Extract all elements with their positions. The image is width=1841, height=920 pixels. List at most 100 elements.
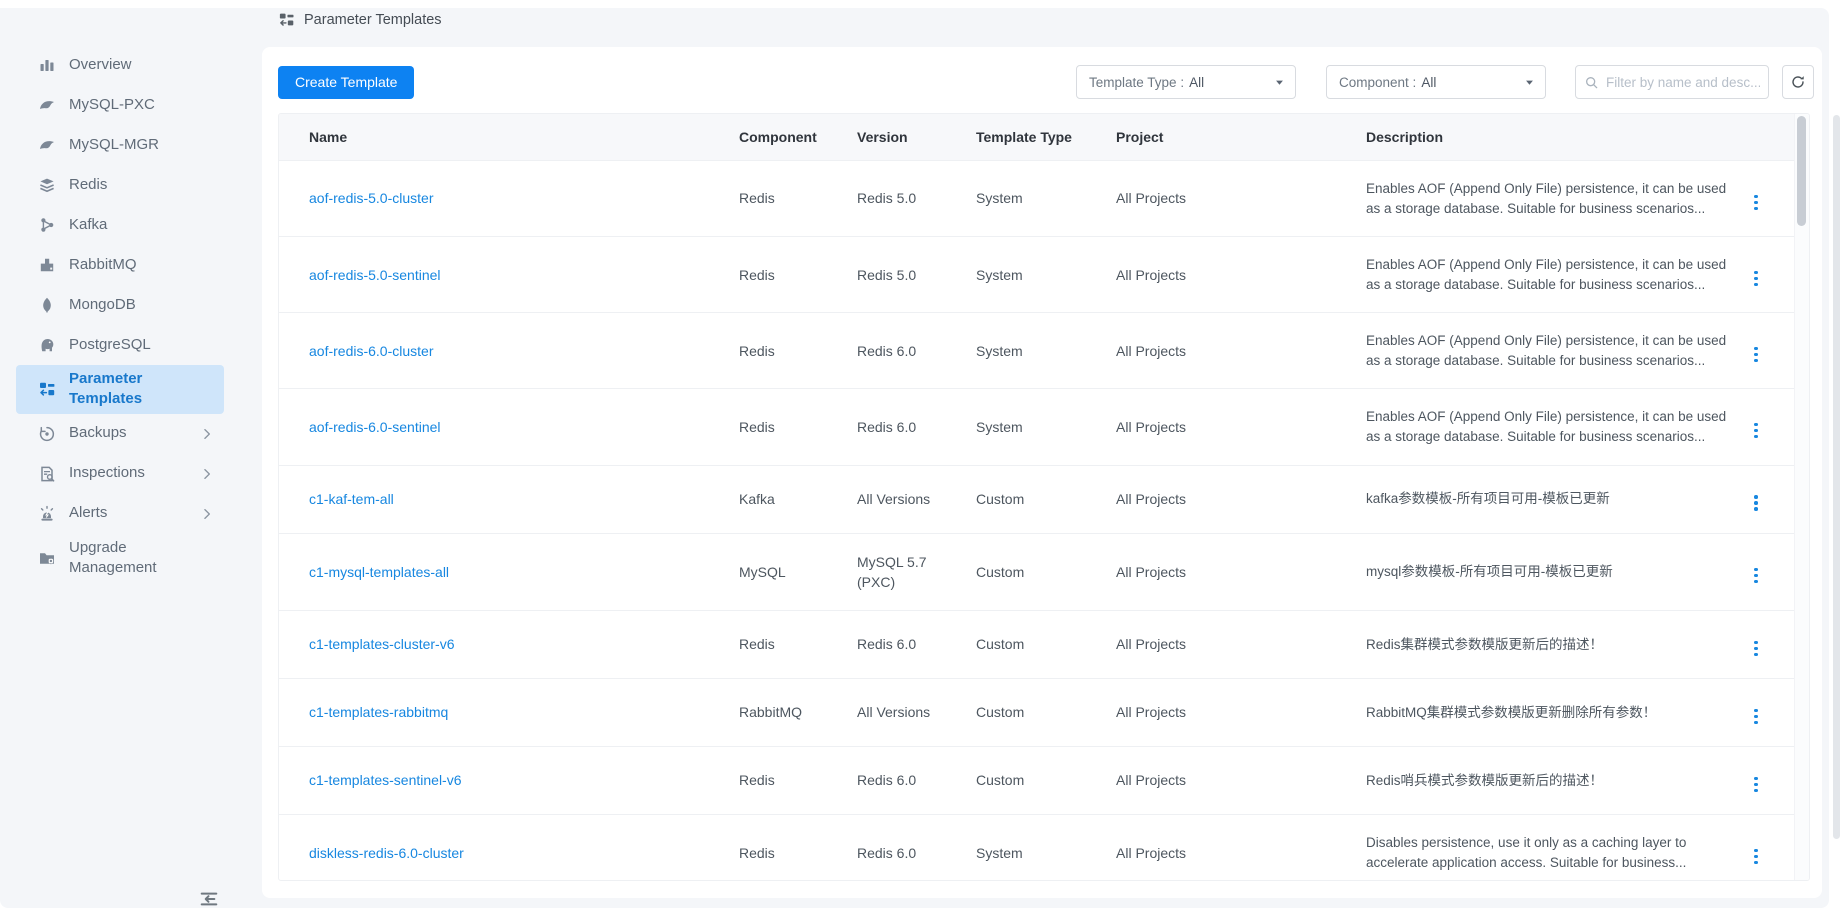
sidebar-item-redis[interactable]: Redis [16,165,224,205]
template-type-filter[interactable]: Template Type : All [1076,65,1296,99]
template-name-link[interactable]: diskless-redis-6.0-cluster [309,845,464,861]
template-name-link[interactable]: c1-templates-rabbitmq [309,704,448,720]
template-type-cell: Custom [976,747,1116,815]
template-name-link[interactable]: aof-redis-6.0-sentinel [309,419,441,435]
column-header-description: Description [1366,114,1746,161]
template-name-link[interactable]: aof-redis-5.0-cluster [309,190,434,206]
row-actions-menu-icon[interactable] [1746,491,1766,515]
row-actions-menu-icon[interactable] [1746,845,1766,869]
sidebar-item-mongodb[interactable]: MongoDB [16,285,224,325]
chevron-right-icon [200,507,214,521]
component-cell: RabbitMQ [739,679,857,747]
refresh-icon [1790,74,1806,90]
create-template-button[interactable]: Create Template [278,66,414,99]
sidebar-item-inspections[interactable]: Inspections [16,454,224,494]
upgrade-management-icon [38,549,56,567]
sidebar-item-label: Overview [69,55,199,75]
component-filter[interactable]: Component : All [1326,65,1546,99]
column-header-component: Component [739,114,857,161]
page-scrollbar-thumb[interactable] [1833,115,1840,839]
parameter-templates-icon [278,11,295,28]
sidebar-item-parameter-templates[interactable]: Parameter Templates [16,365,224,414]
sidebar-item-label: Alerts [69,503,199,523]
app-window: Parameter Templates OverviewMySQL-PXCMyS… [0,0,1841,920]
column-header-actions [1746,114,1796,161]
table-scrollbar-thumb[interactable] [1797,116,1806,226]
sidebar-item-alerts[interactable]: Alerts [16,494,224,534]
table-row: c1-kaf-tem-allKafkaAll VersionsCustomAll… [279,465,1796,533]
sidebar-item-rabbitmq[interactable]: RabbitMQ [16,245,224,285]
mongodb-icon [38,296,56,314]
version-cell: Redis 6.0 [857,389,976,465]
column-header-template-type: Template Type [976,114,1116,161]
table-row: aof-redis-5.0-clusterRedisRedis 5.0Syste… [279,161,1796,237]
caret-down-icon [1274,77,1285,88]
description-cell: mysql参数模板-所有项目可用-模板已更新 [1366,533,1746,611]
template-type-cell: System [976,313,1116,389]
filter-label: Component : [1339,75,1416,90]
refresh-button[interactable] [1782,65,1814,99]
row-actions-menu-icon[interactable] [1746,191,1766,215]
project-cell: All Projects [1116,679,1366,747]
sidebar-item-mysql-pxc[interactable]: MySQL-PXC [16,85,224,125]
row-actions-menu-icon[interactable] [1746,637,1766,661]
project-cell: All Projects [1116,747,1366,815]
filter-label: Template Type : [1089,75,1184,90]
row-actions-menu-icon[interactable] [1746,705,1766,729]
sidebar-item-kafka[interactable]: Kafka [16,205,224,245]
row-actions-menu-icon[interactable] [1746,564,1766,588]
column-header-version: Version [857,114,976,161]
sidebar-item-overview[interactable]: Overview [16,45,224,85]
row-actions-menu-icon[interactable] [1746,267,1766,291]
component-cell: MySQL [739,533,857,611]
toolbar: Create Template Template Type : All Comp… [278,65,1814,99]
search-box [1575,65,1769,99]
column-header-name: Name [279,114,739,161]
description-cell: Disables persistence, use it only as a c… [1366,815,1746,881]
sidebar-item-postgresql[interactable]: PostgreSQL [16,325,224,365]
project-cell: All Projects [1116,465,1366,533]
sidebar-item-upgrade-management[interactable]: Upgrade Management [16,534,224,583]
page-title: Parameter Templates [304,12,442,28]
template-name-link[interactable]: c1-templates-cluster-v6 [309,636,455,652]
column-header-project: Project [1116,114,1366,161]
sidebar-item-label: Kafka [69,215,199,235]
row-actions-menu-icon[interactable] [1746,773,1766,797]
table-row: c1-templates-cluster-v6RedisRedis 6.0Cus… [279,611,1796,679]
template-type-cell: Custom [976,679,1116,747]
sidebar-item-label: Parameter Templates [69,369,199,410]
template-name-link[interactable]: c1-kaf-tem-all [309,491,394,507]
filter-value: All [1189,75,1204,90]
template-name-link[interactable]: aof-redis-6.0-cluster [309,343,434,359]
kafka-icon [38,216,56,234]
description-cell: Enables AOF (Append Only File) persisten… [1366,161,1746,237]
version-cell: Redis 6.0 [857,313,976,389]
template-type-cell: Custom [976,465,1116,533]
template-name-link[interactable]: c1-mysql-templates-all [309,564,449,580]
table-scrollbar-track [1794,114,1809,880]
table-row: aof-redis-6.0-sentinelRedisRedis 6.0Syst… [279,389,1796,465]
sidebar-item-label: Inspections [69,463,199,483]
template-name-link[interactable]: c1-templates-sentinel-v6 [309,772,462,788]
sidebar-item-label: Upgrade Management [69,538,199,579]
redis-icon [38,176,56,194]
template-name-link[interactable]: aof-redis-5.0-sentinel [309,267,441,283]
mysql-icon [38,96,56,114]
actions-cell [1746,465,1796,533]
actions-cell [1746,161,1796,237]
row-actions-menu-icon[interactable] [1746,419,1766,443]
content-card: Create Template Template Type : All Comp… [262,47,1822,898]
rabbitmq-icon [38,256,56,274]
component-cell: Redis [739,815,857,881]
table-header: NameComponentVersionTemplate TypeProject… [279,114,1796,161]
component-cell: Redis [739,611,857,679]
collapse-sidebar-icon[interactable] [198,888,220,910]
mysql-icon [38,136,56,154]
component-cell: Redis [739,161,857,237]
sidebar-item-mysql-mgr[interactable]: MySQL-MGR [16,125,224,165]
search-icon [1584,75,1599,90]
search-input[interactable] [1606,75,1760,90]
templates-table: NameComponentVersionTemplate TypeProject… [278,113,1810,881]
sidebar-item-backups[interactable]: Backups [16,414,224,454]
row-actions-menu-icon[interactable] [1746,343,1766,367]
